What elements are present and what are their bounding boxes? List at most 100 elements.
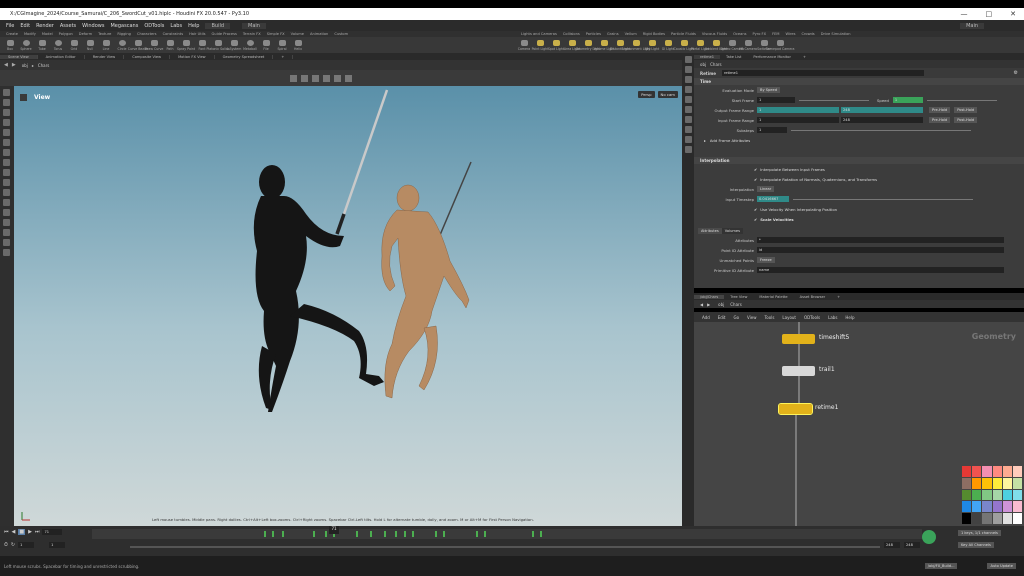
jump-start-icon[interactable]: ⏮ [4, 529, 9, 535]
speed-field[interactable]: 1 [892, 97, 923, 103]
tool-camera[interactable]: Camera [516, 39, 532, 51]
tab-asset-browser[interactable]: Asset Browser [794, 295, 832, 299]
tab-network-chars[interactable]: /obj/Chars [694, 294, 725, 299]
play-icon[interactable]: ▶ [28, 529, 32, 535]
menu-help[interactable]: Help [188, 23, 199, 29]
timeline-track[interactable] [92, 529, 922, 539]
shelf-tab[interactable]: Constraints [163, 32, 184, 36]
add-tab-icon[interactable]: + [273, 54, 294, 59]
shelf-tab[interactable]: Texture [98, 32, 111, 36]
select-icon[interactable] [3, 89, 10, 96]
lighting-icon[interactable] [685, 66, 692, 73]
menu-assets[interactable]: Assets [60, 23, 76, 29]
shelf-tab[interactable]: Hair Utils [189, 32, 205, 36]
desktop-main-right[interactable]: Main [960, 22, 984, 29]
keyframe-marker[interactable] [356, 531, 358, 537]
keyframe-marker[interactable] [532, 531, 534, 537]
forward-icon[interactable]: ▶ [707, 302, 710, 307]
shelf-tab[interactable]: Modify [24, 32, 36, 36]
param-interp-frames[interactable]: ✔ Interpolate Between Input Frames [694, 164, 1024, 174]
flipbook-icon[interactable] [3, 249, 10, 256]
ghost-icon[interactable] [3, 189, 10, 196]
tool-path[interactable]: Path [162, 39, 178, 51]
param-path-node[interactable]: Chars [710, 62, 722, 67]
shelf-tab[interactable]: Collisions [563, 32, 580, 36]
loop-icon[interactable]: ↻ [11, 542, 15, 548]
shading-icon[interactable] [3, 219, 10, 226]
points-icon[interactable] [685, 96, 692, 103]
range-end2-field[interactable]: 248 [904, 542, 920, 548]
path-node[interactable]: Chars [38, 63, 50, 68]
shelf-tab[interactable]: Rigid Bodies [643, 32, 665, 36]
shelf-tab[interactable]: Drive Simulation [821, 32, 851, 36]
shelf-tab[interactable]: Animation [310, 32, 328, 36]
shelf-tab[interactable]: Model [42, 32, 53, 36]
close-icon[interactable]: ✕ [1010, 10, 1016, 18]
tab-performance-monitor[interactable]: Performance Monitor [747, 55, 797, 59]
shelf-tab[interactable]: Volume [291, 32, 304, 36]
tab-volumes[interactable]: Volumes [721, 228, 743, 234]
shelf-tab[interactable]: Polygon [59, 32, 73, 36]
menu-edit[interactable]: Edit [20, 23, 30, 29]
minimize-icon[interactable]: — [961, 10, 968, 18]
auto-key-icon[interactable] [922, 530, 936, 544]
key-all-channels-button[interactable]: Key All Channels [958, 542, 994, 548]
tab-retime1[interactable]: retime1 [694, 54, 721, 59]
param-use-velocity[interactable]: ✔ Use Velocity When Interpolating Positi… [694, 204, 1024, 214]
path-obj[interactable]: obj [22, 63, 28, 68]
guides-icon[interactable] [685, 86, 692, 93]
keyframe-marker[interactable] [443, 531, 445, 537]
menu-file[interactable]: File [6, 23, 14, 29]
desktop-main-selector[interactable]: Main [242, 22, 266, 29]
tool-spot-light[interactable]: Spot Light [548, 39, 564, 51]
template-icon[interactable] [685, 136, 692, 143]
current-frame-field[interactable]: 71 [42, 529, 63, 535]
tool-point-light[interactable]: Point Light [532, 39, 548, 51]
menu-labs[interactable]: Labs [170, 23, 182, 29]
node-trail1[interactable] [782, 366, 815, 376]
current-frame-marker[interactable]: 71 [329, 526, 339, 534]
net-menu-labs[interactable]: Labs [828, 315, 837, 320]
shelf-tab[interactable]: Deform [79, 32, 92, 36]
tool-vr-camera[interactable]: VR Camera [739, 39, 757, 51]
input-start-field[interactable]: 1 [757, 117, 839, 123]
tool-stereo-camera[interactable]: Stereo Camera [720, 39, 744, 51]
keyframe-marker[interactable] [484, 531, 486, 537]
grid-snap-icon[interactable] [3, 239, 10, 246]
tab-take-list[interactable]: Take List [720, 55, 747, 59]
tool-tube[interactable]: Tube [34, 39, 50, 51]
net-path-node[interactable]: Chars [730, 302, 742, 307]
param-scale-velocities[interactable]: ✔ Scale Velocities [694, 214, 1024, 224]
visibility-icon[interactable] [3, 199, 10, 206]
snap-icon[interactable] [3, 149, 10, 156]
transform-icon[interactable] [3, 99, 10, 106]
node-name-field[interactable]: retime1 [721, 70, 924, 76]
tab-tree-view[interactable]: Tree View [724, 295, 753, 299]
input-timestep-slider[interactable] [793, 198, 973, 200]
keyframe-marker[interactable] [264, 531, 266, 537]
background-icon[interactable] [685, 76, 692, 83]
keyframe-marker[interactable] [476, 531, 478, 537]
evaluation-mode-menu[interactable]: By Speed [757, 87, 781, 93]
input-posthold-menu[interactable]: Post-Hold [954, 117, 978, 123]
interpolation-menu[interactable]: Linear [757, 186, 775, 192]
keyframe-marker[interactable] [325, 531, 327, 537]
display-icon[interactable] [685, 56, 692, 63]
output-start-field[interactable]: 1 [757, 107, 839, 113]
node-retime1[interactable] [778, 403, 813, 415]
pose-icon[interactable] [3, 129, 10, 136]
section-time[interactable]: Time [694, 78, 1024, 85]
node-color-palette[interactable] [962, 466, 1022, 524]
range-end-field[interactable]: 248 [884, 542, 900, 548]
add-tab-icon[interactable]: + [831, 295, 846, 299]
net-menu-view[interactable]: View [747, 315, 757, 320]
attributes-field[interactable]: * [757, 237, 1004, 243]
display-options-icon[interactable] [3, 229, 10, 236]
keyframe-marker[interactable] [370, 531, 372, 537]
stop-icon[interactable]: ■ [18, 529, 26, 535]
rotate-tool-icon[interactable] [312, 74, 319, 82]
shelf-tab[interactable]: Vellum [625, 32, 637, 36]
param-path-obj[interactable]: obj [700, 62, 706, 67]
render-region-icon[interactable] [3, 179, 10, 186]
scale-tool-icon[interactable] [323, 74, 330, 82]
